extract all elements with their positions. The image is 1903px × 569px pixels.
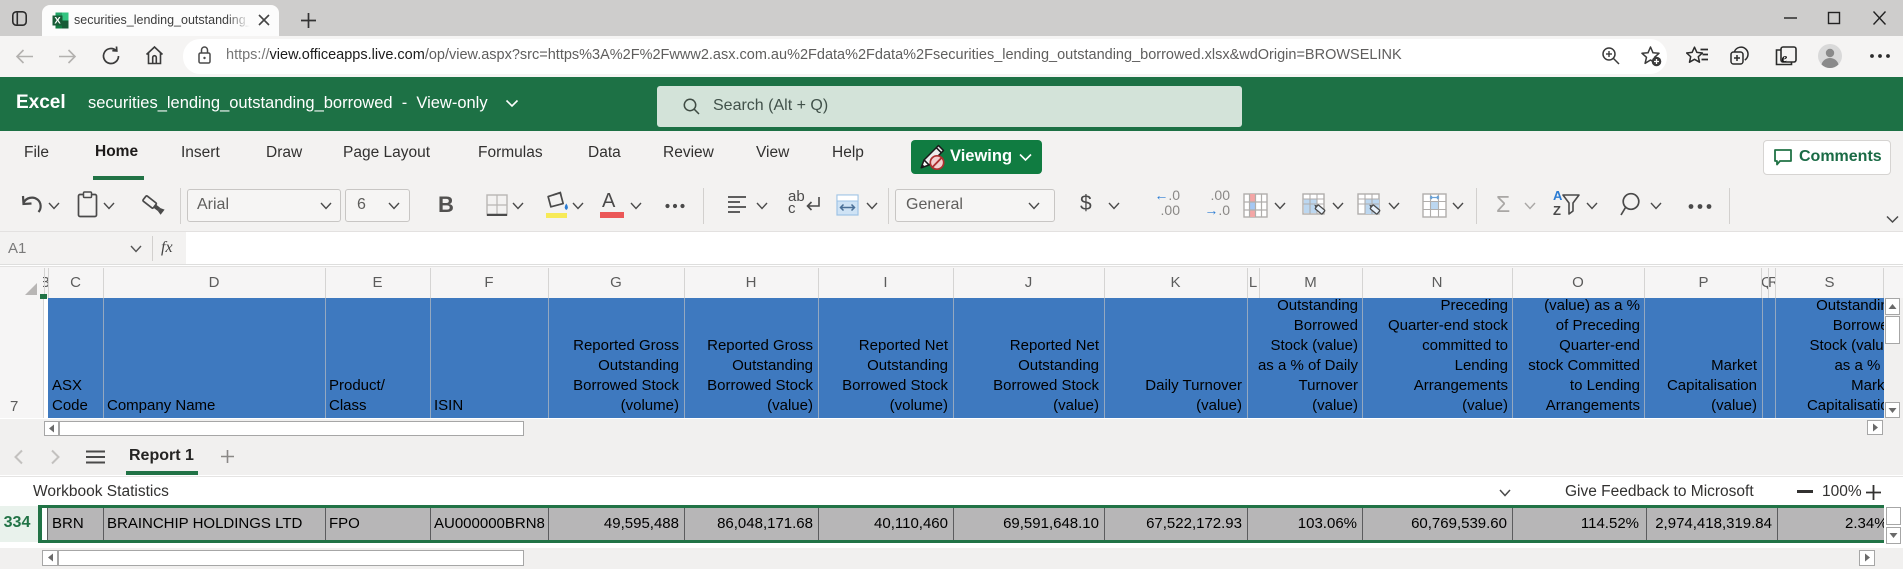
svg-text:X: X bbox=[54, 16, 61, 27]
svg-text:e: e bbox=[1782, 50, 1788, 65]
